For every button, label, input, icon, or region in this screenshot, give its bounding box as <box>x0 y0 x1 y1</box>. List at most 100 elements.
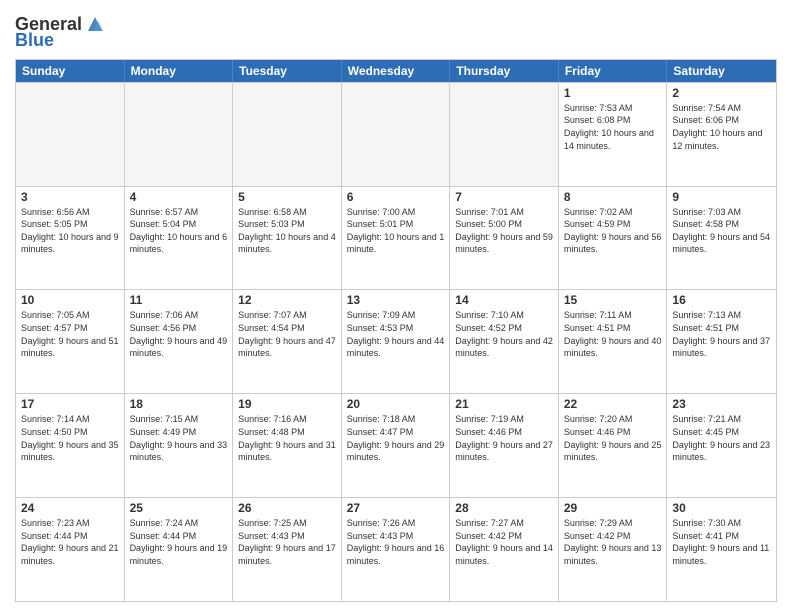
day-cell-12: 12 Sunrise: 7:07 AM Sunset: 4:54 PM Dayli… <box>233 290 342 393</box>
day-cell-10: 10Sunrise: 7:05 AM Sunset: 4:57 PM Dayli… <box>16 290 125 393</box>
day-info: Sunrise: 7:29 AM Sunset: 4:42 PM Dayligh… <box>564 517 662 567</box>
day-number: 14 <box>455 293 553 307</box>
day-cell-23: 23Sunrise: 7:21 AM Sunset: 4:45 PM Dayli… <box>667 394 776 497</box>
day-cell-18: 18Sunrise: 7:15 AM Sunset: 4:49 PM Dayli… <box>125 394 234 497</box>
day-info: Sunrise: 7:53 AM Sunset: 6:08 PM Dayligh… <box>564 102 662 152</box>
day-info: Sunrise: 7:14 AM Sunset: 4:50 PM Dayligh… <box>21 413 119 463</box>
calendar-header: SundayMondayTuesdayWednesdayThursdayFrid… <box>16 60 776 82</box>
day-info: Sunrise: 6:58 AM Sunset: 5:03 PM Dayligh… <box>238 206 336 256</box>
day-number: 3 <box>21 190 119 204</box>
empty-cell <box>342 83 451 186</box>
day-number: 4 <box>130 190 228 204</box>
day-cell-21: 21 Sunrise: 7:19 AM Sunset: 4:46 PM Dayli… <box>450 394 559 497</box>
day-cell-8: 8 Sunrise: 7:02 AM Sunset: 4:59 PM Daylig… <box>559 187 668 290</box>
day-number: 20 <box>347 397 445 411</box>
empty-cell <box>233 83 342 186</box>
day-info: Sunrise: 7:54 AM Sunset: 6:06 PM Dayligh… <box>672 102 771 152</box>
day-cell-3: 3 Sunrise: 6:56 AM Sunset: 5:05 PM Daylig… <box>16 187 125 290</box>
day-info: Sunrise: 7:13 AM Sunset: 4:51 PM Dayligh… <box>672 309 771 359</box>
header-day-thursday: Thursday <box>450 60 559 82</box>
header-day-tuesday: Tuesday <box>233 60 342 82</box>
day-info: Sunrise: 7:21 AM Sunset: 4:45 PM Dayligh… <box>672 413 771 463</box>
week-row-3: 17 Sunrise: 7:14 AM Sunset: 4:50 PM Dayli… <box>16 393 776 497</box>
day-cell-24: 24Sunrise: 7:23 AM Sunset: 4:44 PM Dayli… <box>16 498 125 601</box>
day-cell-5: 5 Sunrise: 6:58 AM Sunset: 5:03 PM Daylig… <box>233 187 342 290</box>
logo-text-blue: Blue <box>15 31 54 51</box>
day-cell-4: 4 Sunrise: 6:57 AM Sunset: 5:04 PM Daylig… <box>125 187 234 290</box>
day-info: Sunrise: 7:27 AM Sunset: 4:42 PM Dayligh… <box>455 517 553 567</box>
header-day-saturday: Saturday <box>667 60 776 82</box>
day-cell-20: 20 Sunrise: 7:18 AM Sunset: 4:47 PM Dayli… <box>342 394 451 497</box>
day-info: Sunrise: 7:11 AM Sunset: 4:51 PM Dayligh… <box>564 309 662 359</box>
day-info: Sunrise: 7:00 AM Sunset: 5:01 PM Dayligh… <box>347 206 445 256</box>
day-cell-17: 17 Sunrise: 7:14 AM Sunset: 4:50 PM Dayli… <box>16 394 125 497</box>
day-cell-14: 14 Sunrise: 7:10 AM Sunset: 4:52 PM Dayli… <box>450 290 559 393</box>
week-row-1: 3 Sunrise: 6:56 AM Sunset: 5:05 PM Daylig… <box>16 186 776 290</box>
day-number: 18 <box>130 397 228 411</box>
day-number: 2 <box>672 86 771 100</box>
day-number: 9 <box>672 190 771 204</box>
day-info: Sunrise: 7:07 AM Sunset: 4:54 PM Dayligh… <box>238 309 336 359</box>
day-cell-2: 2 Sunrise: 7:54 AM Sunset: 6:06 PM Daylig… <box>667 83 776 186</box>
day-info: Sunrise: 7:23 AM Sunset: 4:44 PM Dayligh… <box>21 517 119 567</box>
day-cell-19: 19 Sunrise: 7:16 AM Sunset: 4:48 PM Dayli… <box>233 394 342 497</box>
day-number: 7 <box>455 190 553 204</box>
day-cell-27: 27 Sunrise: 7:26 AM Sunset: 4:43 PM Dayli… <box>342 498 451 601</box>
day-info: Sunrise: 7:26 AM Sunset: 4:43 PM Dayligh… <box>347 517 445 567</box>
empty-cell <box>450 83 559 186</box>
header-day-friday: Friday <box>559 60 668 82</box>
day-info: Sunrise: 7:19 AM Sunset: 4:46 PM Dayligh… <box>455 413 553 463</box>
day-number: 6 <box>347 190 445 204</box>
day-number: 5 <box>238 190 336 204</box>
day-cell-30: 30Sunrise: 7:30 AM Sunset: 4:41 PM Dayli… <box>667 498 776 601</box>
day-cell-11: 11Sunrise: 7:06 AM Sunset: 4:56 PM Dayli… <box>125 290 234 393</box>
day-info: Sunrise: 7:24 AM Sunset: 4:44 PM Dayligh… <box>130 517 228 567</box>
day-cell-28: 28 Sunrise: 7:27 AM Sunset: 4:42 PM Dayli… <box>450 498 559 601</box>
page: General Blue SundayMondayTuesdayWednesda… <box>0 0 792 612</box>
day-number: 8 <box>564 190 662 204</box>
day-info: Sunrise: 7:30 AM Sunset: 4:41 PM Dayligh… <box>672 517 771 567</box>
day-info: Sunrise: 7:10 AM Sunset: 4:52 PM Dayligh… <box>455 309 553 359</box>
day-info: Sunrise: 7:20 AM Sunset: 4:46 PM Dayligh… <box>564 413 662 463</box>
day-cell-29: 29 Sunrise: 7:29 AM Sunset: 4:42 PM Dayli… <box>559 498 668 601</box>
day-info: Sunrise: 7:09 AM Sunset: 4:53 PM Dayligh… <box>347 309 445 359</box>
day-number: 12 <box>238 293 336 307</box>
day-info: Sunrise: 7:02 AM Sunset: 4:59 PM Dayligh… <box>564 206 662 256</box>
day-info: Sunrise: 7:01 AM Sunset: 5:00 PM Dayligh… <box>455 206 553 256</box>
day-number: 1 <box>564 86 662 100</box>
day-number: 28 <box>455 501 553 515</box>
day-number: 16 <box>672 293 771 307</box>
day-number: 25 <box>130 501 228 515</box>
week-row-4: 24Sunrise: 7:23 AM Sunset: 4:44 PM Dayli… <box>16 497 776 601</box>
day-cell-16: 16 Sunrise: 7:13 AM Sunset: 4:51 PM Dayli… <box>667 290 776 393</box>
logo-icon <box>84 13 106 35</box>
day-cell-1: 1 Sunrise: 7:53 AM Sunset: 6:08 PM Daylig… <box>559 83 668 186</box>
day-info: Sunrise: 7:18 AM Sunset: 4:47 PM Dayligh… <box>347 413 445 463</box>
day-number: 19 <box>238 397 336 411</box>
day-info: Sunrise: 7:16 AM Sunset: 4:48 PM Dayligh… <box>238 413 336 463</box>
day-cell-9: 9 Sunrise: 7:03 AM Sunset: 4:58 PM Daylig… <box>667 187 776 290</box>
day-number: 17 <box>21 397 119 411</box>
day-number: 27 <box>347 501 445 515</box>
calendar-body: 1 Sunrise: 7:53 AM Sunset: 6:08 PM Daylig… <box>16 82 776 601</box>
day-cell-6: 6 Sunrise: 7:00 AM Sunset: 5:01 PM Daylig… <box>342 187 451 290</box>
day-info: Sunrise: 7:05 AM Sunset: 4:57 PM Dayligh… <box>21 309 119 359</box>
week-row-2: 10Sunrise: 7:05 AM Sunset: 4:57 PM Dayli… <box>16 289 776 393</box>
day-cell-15: 15 Sunrise: 7:11 AM Sunset: 4:51 PM Dayli… <box>559 290 668 393</box>
day-number: 13 <box>347 293 445 307</box>
day-number: 29 <box>564 501 662 515</box>
day-cell-25: 25 Sunrise: 7:24 AM Sunset: 4:44 PM Dayli… <box>125 498 234 601</box>
day-cell-13: 13 Sunrise: 7:09 AM Sunset: 4:53 PM Dayli… <box>342 290 451 393</box>
empty-cell <box>125 83 234 186</box>
day-cell-7: 7 Sunrise: 7:01 AM Sunset: 5:00 PM Daylig… <box>450 187 559 290</box>
header-day-wednesday: Wednesday <box>342 60 451 82</box>
day-cell-26: 26Sunrise: 7:25 AM Sunset: 4:43 PM Dayli… <box>233 498 342 601</box>
calendar: SundayMondayTuesdayWednesdayThursdayFrid… <box>15 59 777 602</box>
day-number: 21 <box>455 397 553 411</box>
header-day-monday: Monday <box>125 60 234 82</box>
day-info: Sunrise: 6:57 AM Sunset: 5:04 PM Dayligh… <box>130 206 228 256</box>
header-day-sunday: Sunday <box>16 60 125 82</box>
day-info: Sunrise: 7:03 AM Sunset: 4:58 PM Dayligh… <box>672 206 771 256</box>
day-info: Sunrise: 6:56 AM Sunset: 5:05 PM Dayligh… <box>21 206 119 256</box>
day-number: 15 <box>564 293 662 307</box>
